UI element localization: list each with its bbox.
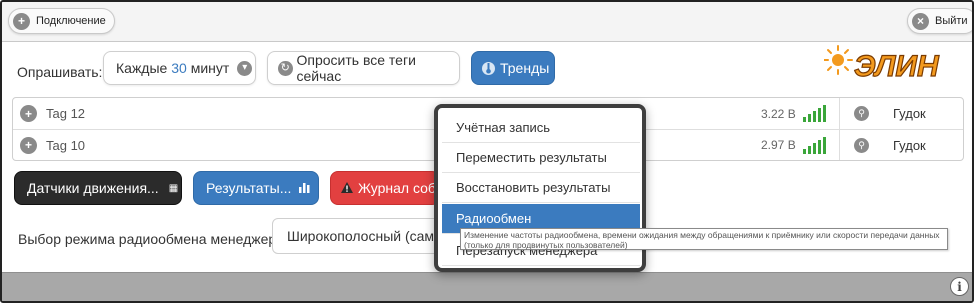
plus-icon[interactable]: + <box>20 136 37 154</box>
connect-button[interactable]: + Подключение <box>8 8 115 34</box>
tag-name: Tag 10 <box>46 137 86 153</box>
sun-icon <box>823 45 853 75</box>
thermometer-icon <box>482 61 495 75</box>
exit-button[interactable]: × Выйти <box>907 8 972 34</box>
divider <box>839 130 840 160</box>
results-button[interactable]: Результаты... <box>193 171 319 205</box>
info-icon[interactable]: i <box>950 277 969 296</box>
radio-mode-value: Широкополосный (самый <box>287 228 447 244</box>
menu-item-move-results[interactable]: Переместить результаты <box>442 143 640 173</box>
motion-sensors-label: Датчики движения... <box>27 180 159 196</box>
tag-voltage: 2.97 В <box>761 138 796 152</box>
poll-label: Опрашивать: <box>17 64 103 80</box>
interval-value: 30 <box>171 60 187 76</box>
menu-item-account[interactable]: Учётная запись <box>442 113 640 143</box>
search-icon[interactable]: ⚲ <box>854 106 869 121</box>
grid-icon: ▦ <box>168 182 179 194</box>
poll-interval-dropdown[interactable]: Каждые 30 минут ▾ <box>103 51 256 85</box>
beep-button[interactable]: Гудок <box>893 138 926 153</box>
chevron-down-icon: ▾ <box>237 60 253 76</box>
bottom-bar <box>2 272 972 301</box>
plus-icon: + <box>13 12 30 30</box>
close-icon: × <box>912 12 929 30</box>
poll-all-button[interactable]: ↻ Опросить все теги сейчас <box>267 51 460 85</box>
interval-prefix: Каждые <box>116 60 168 76</box>
tag-name: Tag 12 <box>46 106 86 121</box>
signal-strength-icon <box>803 136 829 154</box>
beep-button[interactable]: Гудок <box>893 106 926 121</box>
results-label: Результаты... <box>206 180 292 196</box>
top-bar: + Подключение × Выйти <box>2 2 972 42</box>
refresh-icon: ↻ <box>278 60 293 76</box>
exit-label: Выйти <box>935 15 968 27</box>
poll-all-label: Опросить все теги сейчас <box>296 52 416 84</box>
event-log-button[interactable]: Журнал собы <box>330 171 440 205</box>
radio-mode-label: Выбор режима радиообмена менеджера: <box>18 231 288 247</box>
interval-suffix: минут <box>190 60 230 76</box>
radio-mode-select[interactable]: Широкополосный (самый <box>272 218 447 254</box>
elin-logo: ЭЛИН <box>823 44 970 84</box>
motion-sensors-button[interactable]: Датчики движения... ▦ <box>14 171 182 205</box>
trends-label: Тренды <box>500 60 550 76</box>
connect-label: Подключение <box>36 15 106 27</box>
menu-item-restore-results[interactable]: Восстановить результаты <box>442 173 640 203</box>
divider <box>839 98 840 129</box>
radio-exchange-tooltip: Изменение частоты радиообмена, времени о… <box>460 228 948 250</box>
search-icon[interactable]: ⚲ <box>854 137 869 153</box>
trends-button[interactable]: Тренды <box>471 51 555 85</box>
plus-icon[interactable]: + <box>20 105 37 122</box>
warning-icon <box>341 180 353 196</box>
logo-text: ЭЛИН <box>854 50 940 82</box>
signal-strength-icon <box>803 104 829 122</box>
bar-chart-icon <box>299 180 310 196</box>
app-window: + Подключение × Выйти Опрашивать: Каждые… <box>0 0 974 303</box>
tag-voltage: 3.22 В <box>761 106 796 121</box>
event-log-label: Журнал собы <box>358 180 440 196</box>
